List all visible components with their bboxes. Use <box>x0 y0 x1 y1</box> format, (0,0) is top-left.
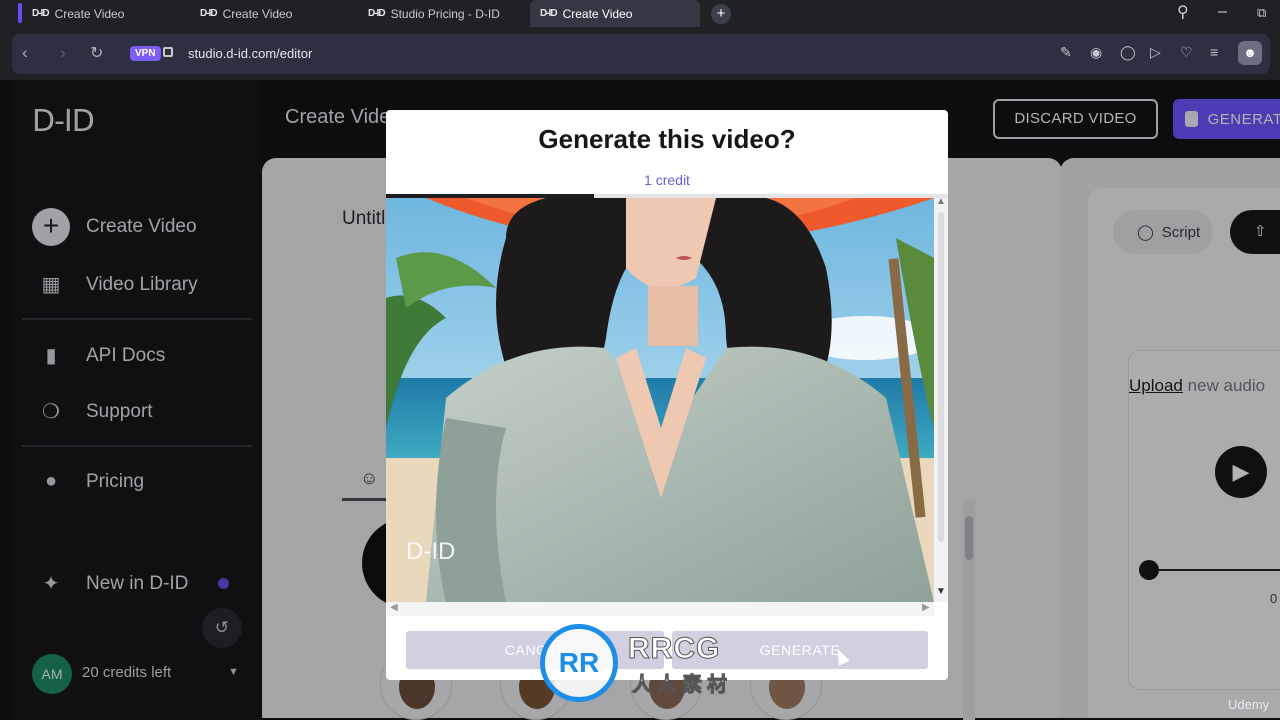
sidebar-item-pricing[interactable]: ● Pricing <box>32 470 144 493</box>
preview-horizontal-scrollbar[interactable]: ◀ ▶ <box>386 602 934 616</box>
scroll-right-icon[interactable]: ▶ <box>922 602 930 613</box>
send-icon[interactable]: ▷ <box>1150 44 1161 61</box>
minimize-icon[interactable]: – <box>1218 3 1227 21</box>
camera-icon[interactable]: ◉ <box>1090 44 1102 61</box>
reload-icon[interactable]: ↻ <box>90 43 103 63</box>
lifebuoy-icon: ❍ <box>42 401 60 423</box>
sidebar-divider <box>22 318 252 320</box>
screen: D-ID Create Video D-ID Create Video D-ID… <box>0 0 1280 720</box>
vpn-badge[interactable]: VPN <box>130 46 161 61</box>
tab-label: Create Video <box>222 6 293 21</box>
chat-icon: ◯ <box>1137 224 1154 241</box>
address-bar[interactable]: ‹ › ↻ VPN studio.d-id.com/editor ✎ ◉ ◯ ▷… <box>12 34 1270 74</box>
audio-slider-track[interactable] <box>1148 569 1280 571</box>
preview-vertical-scrollbar[interactable]: ▲ ▼ <box>934 196 948 602</box>
sidebar-item-label: Video Library <box>86 273 198 295</box>
profile-icon[interactable]: ☻ <box>1238 41 1262 65</box>
sidebar-item-new-in-did[interactable]: ✦ New in D-ID <box>32 571 230 596</box>
browser-tab-3[interactable]: D-ID Studio Pricing - D-ID <box>358 0 528 27</box>
credit-cost: 1 credit <box>644 172 690 188</box>
discard-video-button[interactable]: DISCARD VIDEO <box>993 99 1158 139</box>
audio-time: 0 <box>1270 591 1278 606</box>
scroll-up-icon[interactable]: ▲ <box>936 196 946 207</box>
generate-modal: Generate this video? 1 credit D-ID ▲ ▼ ◀… <box>386 110 948 680</box>
plus-icon: + <box>32 208 70 246</box>
tab-label: Studio Pricing - D-ID <box>390 6 500 21</box>
upload-link[interactable]: Upload <box>1129 376 1183 395</box>
back-icon[interactable]: ‹ <box>22 43 28 63</box>
generate-video-button[interactable]: GENERATE <box>1173 99 1280 139</box>
forward-icon[interactable]: › <box>60 43 66 63</box>
browser-tab-1[interactable]: D-ID Create Video <box>22 0 192 27</box>
modal-title: Generate this video? <box>538 124 796 154</box>
sidebar: D-ID + Create Video ▦ Video Library ▮ AP… <box>12 80 262 720</box>
scrollbar-thumb[interactable] <box>938 212 944 542</box>
tab-label: Script <box>1161 223 1201 241</box>
sidebar-item-api-docs[interactable]: ▮ API Docs <box>32 343 165 368</box>
heart-icon[interactable]: ♡ <box>1180 44 1193 61</box>
did-favicon-icon: D-ID <box>368 8 386 19</box>
preview-image <box>386 198 934 602</box>
rrcg-logo-icon: RR <box>540 624 618 702</box>
edit-icon[interactable]: ✎ <box>1060 44 1072 61</box>
udemy-watermark: Udemy <box>1228 697 1270 712</box>
browser-tab-bar: D-ID Create Video D-ID Create Video D-ID… <box>0 0 1280 28</box>
sidebar-item-label: Support <box>86 400 153 422</box>
audio-box <box>1128 350 1280 690</box>
play-button[interactable]: ▶ <box>1215 446 1267 498</box>
avatar[interactable]: AM <box>32 654 72 694</box>
did-favicon-icon: D-ID <box>200 8 218 19</box>
rrcg-text: RRCG <box>627 632 721 666</box>
document-icon: ▮ <box>45 345 57 367</box>
tab-label: Create Video <box>562 6 633 21</box>
lock-icon[interactable] <box>163 47 173 57</box>
credits-left[interactable]: 20 credits left <box>82 664 171 681</box>
notification-dot <box>218 578 230 589</box>
sidebar-item-label: API Docs <box>86 344 166 366</box>
audio-slider-knob[interactable] <box>1139 560 1159 580</box>
upload-text-rest: new audio <box>1182 376 1266 395</box>
sidebar-item-support[interactable]: ❍ Support <box>32 399 153 424</box>
video-preview: D-ID <box>386 198 934 602</box>
rrcg-watermark: RR RRCG 人人素材 <box>540 624 750 704</box>
browser-search-icon[interactable]: ⚲ <box>1177 2 1189 22</box>
sidebar-item-create-video[interactable]: + Create Video <box>32 208 197 246</box>
restore-window-icon[interactable]: ⧉ <box>1257 5 1266 21</box>
share-arrow-icon[interactable]: ↺ <box>202 608 242 648</box>
sparkle-icon: ✦ <box>42 573 60 595</box>
shield-icon[interactable]: ◯ <box>1120 44 1136 61</box>
sidebar-item-video-library[interactable]: ▦ Video Library <box>32 272 198 297</box>
tab-script[interactable]: ◯ Script <box>1113 210 1213 254</box>
browser-tab-2[interactable]: D-ID Create Video <box>190 0 360 27</box>
did-watermark: D-ID <box>406 538 456 565</box>
scroll-left-icon[interactable]: ◀ <box>390 602 398 613</box>
did-favicon-icon: D-ID <box>540 8 558 19</box>
browser-address-row: ‹ › ↻ VPN studio.d-id.com/editor ✎ ◉ ◯ ▷… <box>0 28 1280 80</box>
rrcg-cn-text: 人人素材 <box>632 674 732 697</box>
browser-tab-4-active[interactable]: D-ID Create Video <box>530 0 700 27</box>
menu-lines-icon[interactable]: ≡ <box>1210 44 1218 60</box>
tab-upload-audio[interactable]: ⇧ <box>1230 210 1280 254</box>
video-icon <box>1185 111 1198 127</box>
upload-audio-text: Upload new audio <box>1129 376 1265 396</box>
sidebar-item-label: Pricing <box>86 470 145 492</box>
sidebar-divider <box>22 445 252 447</box>
url-text[interactable]: studio.d-id.com/editor <box>188 46 312 61</box>
page-title: Create Video <box>285 106 402 128</box>
grid-icon: ▦ <box>41 274 61 296</box>
dollar-icon: ● <box>44 470 58 492</box>
upload-icon: ⇧ <box>1254 223 1267 240</box>
chevron-down-icon[interactable]: ▼ <box>228 666 239 678</box>
scroll-down-icon[interactable]: ▼ <box>936 586 946 597</box>
person-icon[interactable]: ☺ <box>360 468 378 489</box>
editor-scrollbar-thumb[interactable] <box>965 516 973 560</box>
did-favicon-icon: D-ID <box>32 8 50 19</box>
sidebar-item-label: Create Video <box>86 216 197 237</box>
did-logo[interactable]: D-ID <box>32 104 95 139</box>
tab-label: Create Video <box>54 6 125 21</box>
new-tab-button[interactable]: + <box>711 4 731 24</box>
sidebar-item-label: New in D-ID <box>86 572 189 594</box>
generate-label: GENERATE <box>1207 110 1280 128</box>
